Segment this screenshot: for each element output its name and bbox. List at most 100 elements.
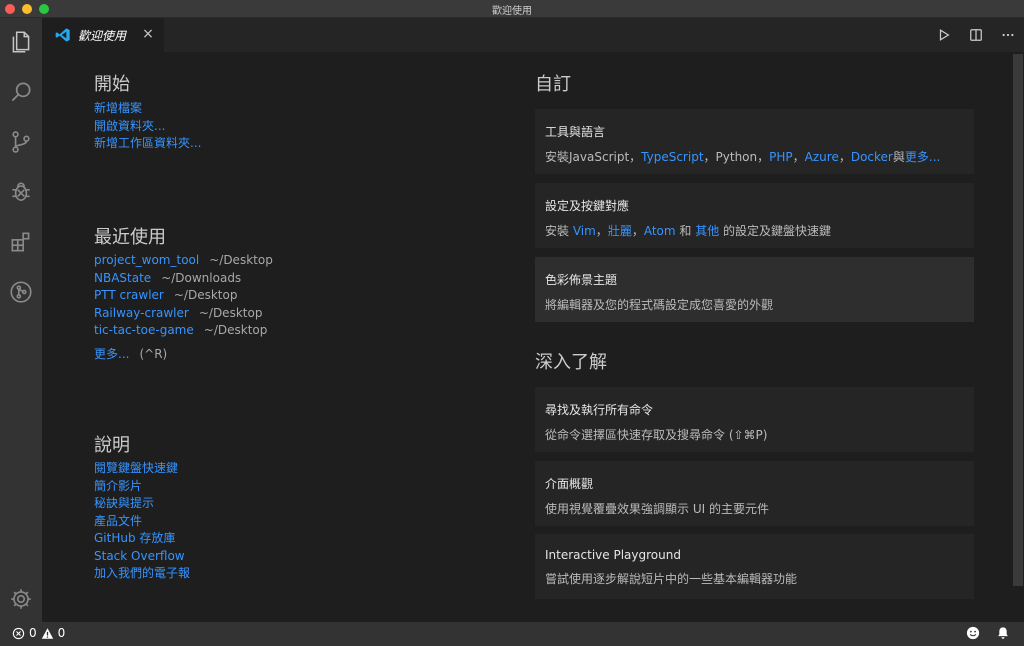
azure-link[interactable]: Azure: [805, 150, 839, 164]
recent-folder-path: ~/Desktop: [203, 323, 268, 337]
more-actions-icon: [1002, 33, 1014, 37]
card-title: 工具與語言: [545, 125, 606, 139]
typescript-link[interactable]: TypeScript: [641, 150, 703, 164]
card-description: 使用視覺覆疊效果強調顯示 UI 的主要元件: [545, 502, 769, 516]
interactive-playground-card[interactable]: Interactive Playground 嘗試使用逐步解說短片中的一些基本編…: [535, 534, 974, 599]
desc-text: ，: [595, 224, 608, 238]
recent-folder-link[interactable]: project_wom_tool: [94, 253, 199, 267]
recent-heading: 最近使用: [94, 227, 166, 248]
vscode-logo-icon: [55, 28, 70, 42]
php-link[interactable]: PHP: [769, 150, 793, 164]
recent-folder-link[interactable]: PTT crawler: [94, 288, 164, 302]
recent-folder-path: ~/Desktop: [198, 305, 263, 320]
bell-icon[interactable]: [996, 626, 1010, 640]
tab-welcome[interactable]: 歡迎使用 ×: [42, 18, 164, 52]
more-tools-link[interactable]: 更多...: [905, 150, 940, 164]
card-description: 將編輯器及您的程式碼設定成您喜愛的外觀: [545, 298, 774, 312]
status-bar: 0 0: [0, 622, 1024, 646]
github-repo-link[interactable]: GitHub 存放庫: [94, 530, 190, 548]
atom-link[interactable]: Atom: [644, 224, 676, 238]
desc-text: 安裝JavaScript，: [545, 150, 642, 164]
vim-link[interactable]: Vim: [573, 224, 596, 238]
recent-folder-link[interactable]: NBAState: [94, 271, 151, 285]
start-links: 新增檔案 開啟資料夾... 新增工作區資料夾...: [94, 100, 201, 153]
recent-folder-link[interactable]: Railway-crawler: [94, 306, 189, 320]
help-links: 閱覽鍵盤快速鍵 簡介影片 秘訣與提示 產品文件 GitHub 存放庫 Stack…: [94, 460, 190, 583]
learn-heading: 深入了解: [535, 352, 607, 373]
docker-link[interactable]: Docker: [851, 150, 893, 164]
other-keymaps-link[interactable]: 其他: [695, 224, 719, 238]
tools-languages-card[interactable]: 工具與語言 安裝JavaScript，TypeScript，Python，PHP…: [535, 109, 974, 174]
card-description: 安裝JavaScript，TypeScript，Python，PHP，Azure…: [545, 148, 964, 165]
keyboard-shortcuts-link[interactable]: 閱覽鍵盤快速鍵: [94, 460, 190, 478]
gear-icon: [11, 589, 31, 609]
error-icon: [12, 627, 25, 639]
list-item: PTT crawler ~/Desktop: [94, 287, 273, 305]
find-commands-card[interactable]: 尋找及執行所有命令 從命令選擇區快速存取及搜尋命令 (⇧⌘P): [535, 387, 974, 452]
warning-count: 0: [57, 626, 66, 640]
card-description: 嘗試使用逐步解說短片中的一些基本編輯器功能: [545, 572, 798, 586]
error-count: 0: [29, 626, 37, 640]
source-control-button[interactable]: [7, 128, 35, 156]
recent-more-shortcut: (^R): [139, 347, 168, 361]
files-icon: [12, 31, 30, 53]
tab-close-button[interactable]: ×: [140, 26, 156, 42]
desc-text: ，: [792, 150, 805, 164]
recent-folder-path: ~/Desktop: [173, 288, 238, 302]
git-graph-button[interactable]: [7, 278, 35, 306]
split-editor-button[interactable]: [966, 25, 986, 45]
tips-and-tricks-link[interactable]: 秘訣與提示: [94, 495, 190, 513]
problems-indicator[interactable]: 0 0: [12, 626, 65, 640]
source-control-icon: [12, 131, 30, 153]
customize-heading: 自訂: [535, 74, 571, 95]
interface-overview-card[interactable]: 介面概觀 使用視覺覆疊效果強調顯示 UI 的主要元件: [535, 461, 974, 526]
editor-actions: [934, 25, 1018, 45]
list-item: tic-tac-toe-game ~/Desktop: [94, 322, 273, 340]
desc-text: 安裝: [545, 224, 573, 238]
card-description: 從命令選擇區快速存取及搜尋命令 (⇧⌘P): [545, 428, 768, 442]
search-button[interactable]: [7, 78, 35, 106]
product-docs-link[interactable]: 產品文件: [94, 513, 190, 531]
help-heading: 說明: [94, 435, 130, 456]
run-button[interactable]: [934, 25, 954, 45]
card-title: 色彩佈景主題: [545, 273, 618, 287]
stack-overflow-link[interactable]: Stack Overflow: [94, 548, 190, 566]
start-heading: 開始: [94, 74, 130, 95]
tab-label: 歡迎使用: [78, 28, 127, 43]
intro-videos-link[interactable]: 簡介影片: [94, 478, 190, 496]
card-title: 介面概觀: [545, 477, 594, 491]
recent-folder-link[interactable]: tic-tac-toe-game: [94, 323, 194, 337]
sublime-link[interactable]: 壯麗: [608, 224, 632, 238]
search-icon: [11, 82, 31, 102]
settings-keymaps-card[interactable]: 設定及按鍵對應 安裝 Vim，壯麗，Atom 和 其他 的設定及鍵盤快速鍵: [535, 183, 974, 248]
desc-text: ，Python，: [703, 150, 770, 164]
desc-text: ，: [631, 224, 644, 238]
more-actions-button[interactable]: [998, 25, 1018, 45]
debug-button[interactable]: [7, 178, 35, 206]
scrollbar-thumb[interactable]: [1013, 54, 1023, 586]
title-bar: 歡迎使用: [0, 0, 1024, 18]
desc-text: 的設定及鍵盤快速鍵: [719, 224, 832, 238]
activity-bar: [0, 18, 42, 622]
recent-more-link[interactable]: 更多...: [94, 347, 129, 361]
git-graph-icon: [10, 281, 32, 303]
new-file-link[interactable]: 新增檔案: [94, 100, 201, 118]
manage-button[interactable]: [7, 585, 35, 613]
explorer-button[interactable]: [7, 28, 35, 56]
recent-more-row: 更多... (^R): [94, 345, 167, 362]
color-theme-card[interactable]: 色彩佈景主題 將編輯器及您的程式碼設定成您喜愛的外觀: [535, 257, 974, 322]
recent-folder-path: ~/Downloads: [161, 270, 242, 285]
vscode-window: 歡迎使用 歡迎使用 × 開始 新增檔案 開啟資料夾... 新增工作區資料夾...…: [0, 0, 1024, 646]
split-editor-icon: [970, 29, 982, 41]
desc-text: ，: [838, 150, 851, 164]
status-right: [966, 626, 1010, 640]
newsletter-link[interactable]: 加入我們的電子報: [94, 565, 190, 583]
card-title: 尋找及執行所有命令: [545, 403, 654, 417]
add-workspace-folder-link[interactable]: 新增工作區資料夾...: [94, 135, 201, 153]
card-description: 安裝 Vim，壯麗，Atom 和 其他 的設定及鍵盤快速鍵: [545, 222, 964, 239]
extensions-button[interactable]: [7, 228, 35, 256]
smiley-icon[interactable]: [966, 626, 980, 640]
open-folder-link[interactable]: 開啟資料夾...: [94, 118, 201, 136]
warning-icon: [41, 627, 53, 639]
extensions-icon: [11, 232, 30, 252]
